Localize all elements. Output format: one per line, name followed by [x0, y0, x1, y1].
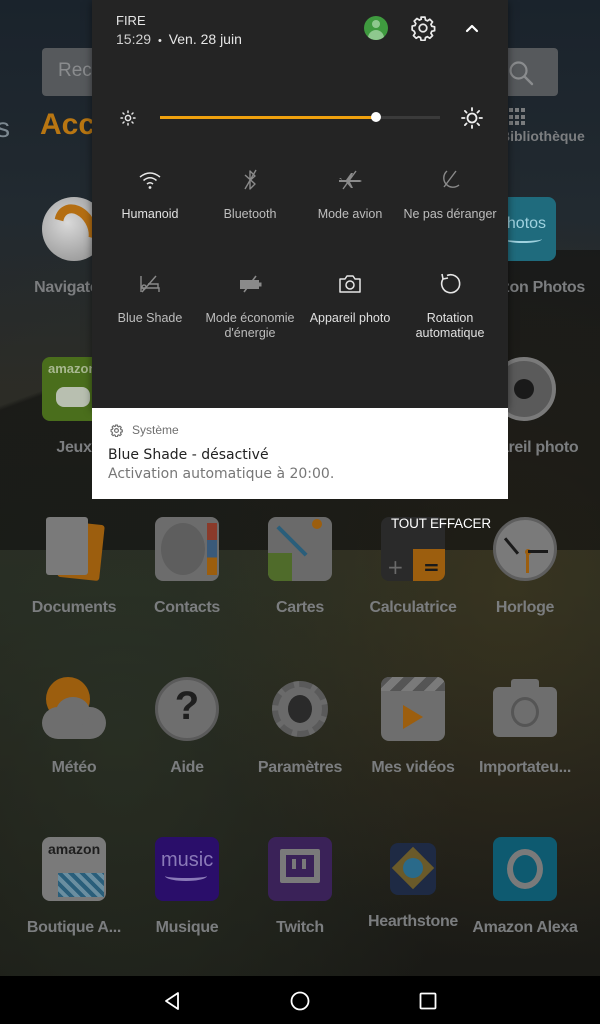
system-gear-icon [110, 424, 123, 437]
date: Ven. 28 juin [168, 31, 242, 47]
twitch-icon [268, 837, 332, 901]
wifi-icon [139, 172, 161, 189]
recents-icon[interactable] [417, 990, 439, 1012]
tile-airplane-mode[interactable]: Mode avion [298, 166, 402, 222]
app-parametres[interactable]: Paramètres [244, 677, 356, 777]
app-hearthstone[interactable]: Hearthstone [357, 837, 469, 931]
app-importateur[interactable]: Importateu... [469, 677, 581, 777]
tile-blue-shade[interactable]: Blue Shade [98, 270, 202, 326]
brightness-slider-fill [160, 116, 376, 119]
notification-title: Blue Shade - désactivé [108, 447, 269, 463]
home-tab-previous[interactable]: s [0, 112, 10, 144]
brightness-slider-thumb[interactable] [370, 112, 381, 122]
user-avatar[interactable] [364, 16, 388, 40]
do-not-disturb-off-icon [443, 170, 460, 188]
app-twitch[interactable]: Twitch [244, 837, 356, 937]
app-boutique-amazon[interactable]: amazon Boutique A... [18, 837, 130, 937]
home-tab-library[interactable]: Bibliothèque [500, 128, 585, 144]
app-mes-videos[interactable]: Mes vidéos [357, 677, 469, 777]
tile-do-not-disturb[interactable]: Ne pas déranger [398, 166, 502, 222]
alexa-icon [493, 837, 557, 901]
battery-saver-off-icon [240, 275, 262, 293]
brightness-slider[interactable] [160, 112, 440, 122]
chevron-up-icon[interactable] [460, 16, 484, 40]
blue-shade-off-icon [140, 275, 160, 293]
brightness-high-icon [461, 107, 483, 129]
amazon-store-icon: amazon [42, 837, 106, 901]
tile-auto-rotate[interactable]: Rotation automatique [398, 270, 502, 341]
tile-wifi[interactable]: Humanoid [98, 166, 202, 222]
notification-text: Activation automatique à 20:00. [108, 466, 335, 482]
tile-camera[interactable]: Appareil photo [298, 270, 402, 326]
documents-icon [42, 517, 106, 581]
app-contacts[interactable]: Contacts [131, 517, 243, 617]
settings-gear-icon [268, 677, 332, 741]
app-cartes[interactable]: Cartes [244, 517, 356, 617]
brightness-low-icon [120, 110, 136, 126]
tile-bluetooth[interactable]: Bluetooth [198, 166, 302, 222]
clear-all-button[interactable]: TOUT EFFACER [391, 516, 491, 531]
back-icon[interactable] [161, 990, 183, 1012]
settings-gear-button[interactable] [410, 15, 436, 41]
quick-settings-panel: FIRE 15:29 • Ven. 28 juin Humanoid Bluet… [92, 0, 508, 408]
bluetooth-off-icon [244, 169, 257, 190]
app-amazon-alexa[interactable]: Amazon Alexa [469, 837, 581, 937]
app-documents[interactable]: Documents [18, 517, 130, 617]
navigation-bar [0, 976, 600, 1024]
device-name: FIRE [116, 13, 146, 28]
weather-icon [42, 677, 106, 741]
app-calculatrice[interactable]: + = Calculatrice [357, 517, 469, 617]
app-aide[interactable]: ? Aide [131, 677, 243, 777]
app-meteo[interactable]: Météo [18, 677, 130, 777]
clock-time: 15:29 [116, 31, 152, 47]
tile-battery-saver[interactable]: Mode économie d'énergie [198, 270, 302, 341]
amazon-music-icon: music [155, 837, 219, 901]
notification-card[interactable]: Système Blue Shade - désactivé Activatio… [92, 408, 508, 499]
camera-icon [339, 275, 361, 293]
help-icon: ? [155, 677, 219, 741]
notification-app-name: Système [132, 423, 179, 437]
usb-camera-import-icon [493, 677, 557, 741]
library-grid-icon[interactable] [509, 108, 527, 126]
maps-icon [268, 517, 332, 581]
rotate-icon [440, 273, 461, 294]
airplane-off-icon [339, 170, 362, 190]
contacts-icon [155, 517, 219, 581]
hearthstone-icon [390, 843, 436, 895]
date-time: 15:29 • Ven. 28 juin [116, 31, 242, 47]
home-icon[interactable] [289, 990, 311, 1012]
app-horloge[interactable]: Horloge [469, 517, 581, 617]
search-icon[interactable] [508, 60, 534, 86]
clock-icon [493, 517, 557, 581]
app-musique[interactable]: music Musique [131, 837, 243, 937]
videos-icon [381, 677, 445, 741]
separator-dot: • [157, 35, 162, 47]
